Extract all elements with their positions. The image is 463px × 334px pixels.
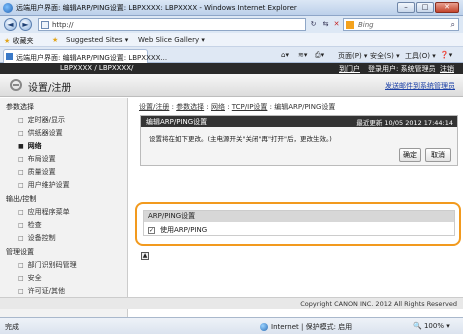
ok-button[interactable]: 确定 [399, 148, 421, 162]
window-title: 远端用户界面: 编辑ARP/PING设置: LBPXXXX: LBPXXXX -… [16, 4, 297, 12]
sidebar-item-security[interactable]: 安全 [18, 273, 42, 283]
footer: Copyright CANON INC. 2012 All Rights Res… [0, 297, 463, 309]
mail-admin-link[interactable]: 发送邮件到系统管理员 [385, 81, 455, 91]
address-toolbar: ◄ ► http:// ↻ ⇆ ✕ Bing ⌕ [0, 16, 463, 33]
last-updated: 最近更新 10/05 2012 17:44:14 [356, 119, 453, 127]
print-icon[interactable]: ⎙▾ [315, 51, 324, 60]
dialog-title: 编辑ARP/PING设置 [146, 118, 208, 126]
sidebar-item-device-control[interactable]: 设备控制 [18, 233, 56, 243]
refresh-icon[interactable]: ↻ [308, 19, 319, 30]
device-name: LBPXXXX / LBPXXXX/ [60, 64, 134, 72]
breadcrumb-tcpip[interactable]: TCP/IP设置 [232, 103, 268, 111]
search-icon[interactable]: ⌕ [451, 20, 455, 30]
sidebar-item-check[interactable]: 检查 [18, 220, 42, 230]
maximize-button[interactable]: □ [416, 2, 434, 13]
zone-indicator[interactable]: Internet | 保护模式: 启用 [260, 322, 352, 332]
page-header: 设置/注册 发送邮件到系统管理员 [0, 74, 463, 97]
sidebar-item-dept-id[interactable]: 部门识别码管理 [18, 260, 77, 270]
browser-tab[interactable]: 远端用户界面: 编辑ARP/PING设置: LBPXXXX... [3, 49, 167, 63]
favorites-bar: ★ 收藏夹 ★ Suggested Sites ▾ Web Slice Gall… [0, 33, 463, 47]
breadcrumb-preferences[interactable]: 参数选择 [176, 103, 204, 111]
address-field[interactable]: http:// [38, 18, 306, 31]
search-placeholder: Bing [358, 21, 374, 29]
copyright: Copyright CANON INC. 2012 All Rights Res… [300, 300, 457, 308]
stop-icon[interactable]: ✕ [331, 19, 342, 30]
breadcrumb-current: 编辑ARP/PING设置 [274, 103, 336, 111]
minimize-button[interactable]: – [397, 2, 415, 13]
main-content: 设置/注册 : 参数选择 : 网络 : TCP/IP设置 : 编辑ARP/PIN… [129, 98, 463, 317]
sidebar-item-network[interactable]: 网络 [18, 141, 42, 151]
arp-ping-panel: ARP/PING设置 ✓ 使用ARP/PING [143, 210, 455, 236]
sidebar-group-title: 参数选择 [6, 103, 34, 111]
back-to-top-icon[interactable]: ▲ [141, 252, 149, 260]
zoom-control[interactable]: 🔍 100% ▾ [413, 322, 450, 330]
use-arp-ping-checkbox[interactable]: ✓ [148, 226, 155, 234]
suggested-sites-link[interactable]: Suggested Sites ▾ [66, 36, 128, 44]
star-icon: ★ [4, 37, 11, 45]
browser-logo-icon [3, 3, 13, 13]
help-menu[interactable]: ❓▾ [440, 51, 452, 59]
login-user: 登录用户: 系统管理员 [368, 65, 436, 73]
arp-ping-section: ARP/PING设置 ✓ 使用ARP/PING [135, 202, 461, 246]
breadcrumb-network[interactable]: 网络 [211, 103, 225, 111]
page-title: 设置/注册 [28, 83, 72, 94]
sidebar: 参数选择 定时器/显示 供纸器设置 网络 布局设置 质量设置 用户维护设置 输出… [0, 98, 128, 317]
bing-icon [346, 21, 354, 29]
globe-icon [260, 323, 268, 331]
address-text: http:// [52, 21, 74, 29]
settings-logo-icon [10, 79, 22, 91]
sidebar-item-app-menu[interactable]: 应用程序菜单 [18, 207, 70, 217]
web-slice-link[interactable]: Web Slice Gallery ▾ [138, 36, 205, 44]
sidebar-item-paper-feed[interactable]: 供纸器设置 [18, 128, 63, 138]
sidebar-item-layout[interactable]: 布局设置 [18, 154, 56, 164]
tab-command-bar: 远端用户界面: 编辑ARP/PING设置: LBPXXXX... ⌂▾ ≋▾ ⎙… [0, 47, 463, 63]
close-button[interactable]: ✕ [435, 2, 459, 13]
edit-dialog: 编辑ARP/PING设置 最近更新 10/05 2012 17:44:14 设置… [140, 115, 458, 166]
page-icon [41, 21, 49, 29]
use-arp-ping-label: 使用ARP/PING [160, 226, 208, 234]
home-icon[interactable]: ⌂▾ [281, 51, 289, 59]
search-box[interactable]: Bing ⌕ [343, 18, 459, 31]
status-bar: 完成 Internet | 保护模式: 启用 🔍 100% ▾ [0, 317, 463, 334]
web-page: LBPXXXX / LBPXXXX/ 到门户 登录用户: 系统管理员 注销 设置… [0, 63, 463, 317]
page-menu[interactable]: 页面(P) ▾ [338, 51, 367, 61]
compat-icon[interactable]: ⇆ [320, 19, 331, 30]
portal-link[interactable]: 到门户 [339, 64, 360, 74]
dialog-message: 设置将在如下更改。(主电源开关"关闭"再"打开"后，更改生效。) [149, 135, 332, 143]
sidebar-item-timer-display[interactable]: 定时器/显示 [18, 115, 65, 125]
tools-menu[interactable]: 工具(O) ▾ [405, 51, 436, 61]
device-header: LBPXXXX / LBPXXXX/ 到门户 登录用户: 系统管理员 注销 [0, 63, 463, 74]
section-title: ARP/PING设置 [144, 211, 454, 222]
favorites-button[interactable]: ★ 收藏夹 [4, 36, 34, 46]
safety-menu[interactable]: 安全(S) ▾ [370, 51, 400, 61]
logout-link[interactable]: 注销 [440, 64, 454, 74]
arp-ping-row: ✓ 使用ARP/PING [148, 225, 207, 235]
status-text: 完成 [5, 323, 19, 331]
dialog-title-bar: 编辑ARP/PING设置 最近更新 10/05 2012 17:44:14 [141, 116, 457, 127]
sidebar-item-quality[interactable]: 质量设置 [18, 167, 56, 177]
breadcrumb-settings[interactable]: 设置/注册 [139, 103, 169, 111]
back-button[interactable]: ◄ [4, 18, 17, 31]
sidebar-group-title: 管理设置 [6, 248, 34, 256]
cancel-button[interactable]: 取消 [425, 148, 451, 162]
feeds-icon[interactable]: ≋▾ [298, 51, 307, 59]
sidebar-group-title: 输出/控制 [6, 195, 37, 203]
window-title-bar: 远端用户界面: 编辑ARP/PING设置: LBPXXXX: LBPXXXX -… [0, 0, 463, 16]
sidebar-item-license[interactable]: 许可证/其他 [18, 286, 65, 296]
forward-button[interactable]: ► [19, 18, 32, 31]
add-favorite-icon[interactable]: ★ [52, 36, 58, 44]
tab-title: 远端用户界面: 编辑ARP/PING设置: LBPXXXX... [16, 54, 168, 62]
breadcrumb: 设置/注册 : 参数选择 : 网络 : TCP/IP设置 : 编辑ARP/PIN… [139, 103, 336, 111]
tab-favicon [6, 53, 13, 60]
sidebar-item-user-maintenance[interactable]: 用户维护设置 [18, 180, 70, 190]
